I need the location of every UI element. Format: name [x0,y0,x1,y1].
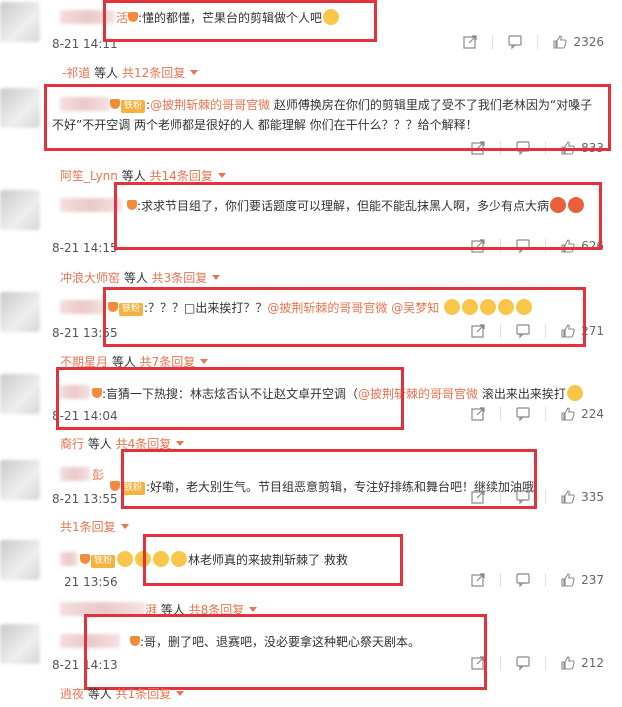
comment-icon[interactable] [507,34,523,50]
comment-time: 21 13:56 [64,575,118,589]
like-button[interactable]: 224 [560,406,604,422]
chevron-down-icon [249,607,258,612]
comment-icon[interactable] [515,406,531,422]
thumbs-up-icon [561,490,575,504]
avatar[interactable] [0,88,40,128]
crying-emoji-icon [117,551,134,567]
reply-summary[interactable]: 共1条回复 [60,518,129,535]
chevron-down-icon [120,524,129,529]
chevron-down-icon [176,441,185,446]
avatar[interactable] [0,540,40,580]
like-count: 335 [581,490,604,504]
highlight-box [121,449,537,509]
comment-text: 彭 [92,465,104,485]
like-count: 212 [581,656,604,670]
like-count: 224 [581,407,604,421]
highlight-box [143,534,403,586]
avatar[interactable] [0,190,40,230]
share-icon[interactable] [470,406,486,422]
avatar[interactable] [0,292,40,332]
comment-actions: 2326 [462,34,604,50]
thumbs-up-icon [561,407,575,421]
highlight-box [103,0,377,42]
like-count: 237 [581,573,604,587]
like-button[interactable]: 212 [560,655,604,671]
comment-icon[interactable] [515,572,531,588]
chevron-down-icon [200,359,209,364]
highlight-box [44,84,611,151]
comment-actions: 224 [470,406,604,422]
highlight-box [84,614,487,690]
smile-emoji-icon [566,385,583,401]
avatar[interactable] [0,2,40,42]
reply-summary[interactable]: -祁道 等人 共12条回复 [62,64,199,81]
chevron-down-icon [190,70,199,75]
comment-time: 8-21 14:15 [52,241,118,255]
reply-summary[interactable]: 逍夜 等人 共1条回复 [60,685,185,702]
thumbs-up-icon [561,656,575,670]
username-blurred[interactable] [60,300,105,314]
reply-summary[interactable]: 冲浪大师窑 等人 共3条回复 [60,269,221,286]
highlight-box [56,367,404,430]
thumbs-up-icon [553,35,568,49]
thumbs-up-icon [561,573,575,587]
comment-actions: 212 [470,655,604,671]
comment-time: 8-21 13:55 [52,492,118,506]
avatar[interactable] [0,374,40,414]
like-button[interactable]: 335 [560,489,604,505]
highlight-box [114,182,602,250]
username-suffix[interactable]: 彭 [92,468,104,482]
share-icon[interactable] [462,34,478,50]
chevron-down-icon [212,275,221,280]
username-blurred[interactable] [60,552,78,566]
fan-crown-icon [110,481,120,491]
avatar[interactable] [0,460,40,500]
like-button[interactable]: 237 [560,572,604,588]
like-count: 2326 [573,35,604,49]
comment-actions: 237 [470,572,604,588]
fan-crown-icon [80,554,90,564]
comment-icon[interactable] [515,655,531,671]
chevron-down-icon [176,691,185,696]
fan-badge: 铁粉 [91,555,116,568]
highlight-box [103,287,586,347]
username-blurred[interactable] [60,198,122,212]
like-button[interactable]: 2326 [552,34,604,50]
share-icon[interactable] [470,572,486,588]
chevron-down-icon [217,173,226,178]
username-blurred[interactable] [60,467,90,481]
avatar[interactable] [0,624,40,664]
